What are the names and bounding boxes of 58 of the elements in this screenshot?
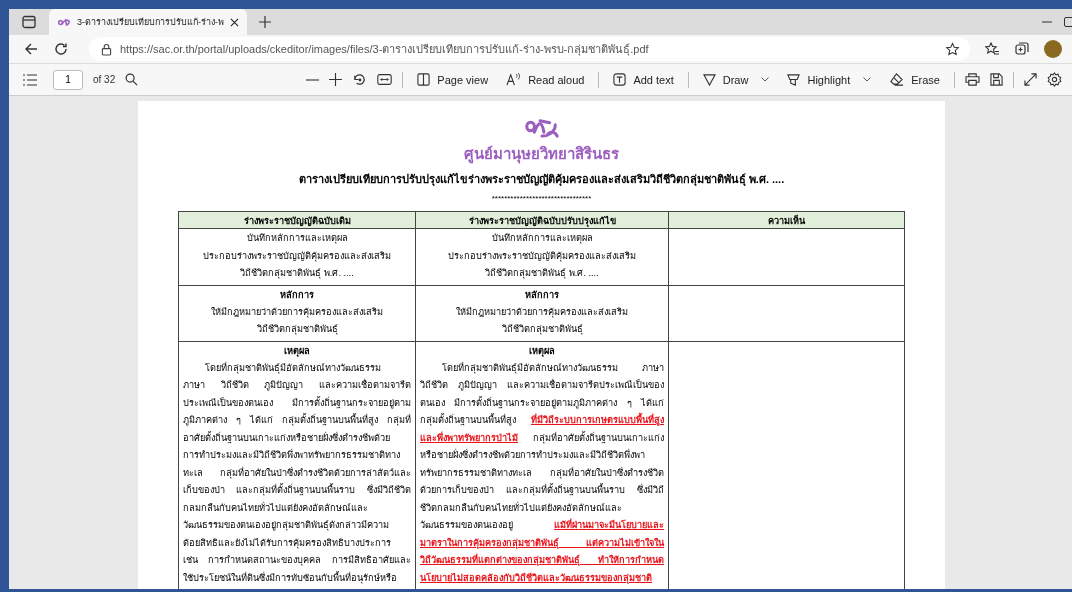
zoom-out-icon[interactable]: [306, 78, 320, 81]
column-header: ร่างพระราชบัญญัติฉบับเดิม: [178, 211, 416, 229]
toolbar-button[interactable]: Read aloud: [502, 71, 589, 88]
section-heading: หลักการ: [279, 288, 315, 302]
logo-icon: [57, 16, 71, 28]
page-count: of 32: [93, 74, 116, 85]
column-header: ความเห็น: [668, 211, 905, 229]
address-bar[interactable]: https://sac.or.th/portal/uploads/ckeditor/images/files/3-ตารางเปรียบเทียบการปรับแก้-ร่าง-พรบ-กลุ่มชาติพันธุ์.pdf: [89, 37, 970, 61]
toolbar-button[interactable]: Highlight: [783, 71, 876, 88]
separator-text: ********************************: [491, 194, 592, 203]
toolbar-button[interactable]: Draw: [698, 71, 774, 88]
settings-icon[interactable]: [1047, 72, 1062, 87]
cell-text: โดยที่กลุ่มชาติพันธุ์มีอัตลักษณ์ทางวัฒนธรรม ภาษา วิถีชีวิต ภูมิปัญญา และความเชื่อตามจารีตประเพณีเป็นของ ตนเอง มีการตั้งถิ่นฐานกระจายอยู่ตามภูมิภาคต่าง ๆ ได้แก่ กลุ่มตั้งถิ่นฐานบนพื้นที่สูง ที่มีวิถีระบบการเกษตรแบบพื้นที่สูง และพึ่งพาทรัพยากรป่าไม้ กลุ่มที่อาศัยตั้งถิ่นฐานบนเกาะแก่ง หรือชายฝั่งซึ่งดำรงชีพด้วยการทำประมงและมีวิถีชีวิตพึ่งพา ทรัพยากรธรรมชาติทางทะเล กลุ่มที่อาศัยในป่าซึ่งดำรงชีวิต ด้วยการเก็บของป่า และกลุ่มที่ตั้งถิ่นฐานบนพื้นราบ ซึ่งมีวิถี ชีวิตกลมกลืนกับคนไทยทั่วไปแต่ยังคงอัตลักษณ์และ วัฒนธรรมของตนเองอยู่ แม้ที่ผ่านมาจะมีนโยบายและ มาตราในการคุ้มครองกลุ่มชาติพันธุ์ แต่ความไม่เข้าใจใน วิถีวัฒนธรรมที่แตกต่างของกลุ่มชาติพันธุ์ ทำให้การกำหนด นโยบายไม่สอดคล้องกับวิถีชีวิตและวัฒนธรรมของกลุ่มชาติ: [420, 361, 664, 586]
column-header: ร่างพระราชบัญญัติฉบับปรับปรุงแก้ไข: [415, 211, 669, 229]
favorites-icon[interactable]: [984, 41, 1000, 57]
cell-text: บันทึกหลักการและเหตุผล ประกอบร่างพระราชบัญญัติคุ้มครองและส่งเสริม วิถีชีวิตกลุ่มชาติพันธุ์ พ.ศ. ....: [202, 232, 392, 281]
read-aloud-icon: [506, 73, 522, 86]
profile-avatar[interactable]: [1044, 40, 1062, 58]
rotate-icon[interactable]: [352, 72, 368, 87]
zoom-in-icon[interactable]: [329, 73, 343, 86]
back-icon[interactable]: [23, 41, 39, 57]
new-tab-icon[interactable]: [259, 16, 271, 28]
lock-icon: [101, 42, 112, 56]
tab-actions-icon[interactable]: [21, 14, 37, 30]
text-box-icon: [613, 73, 627, 86]
fit-page-icon[interactable]: [377, 74, 393, 85]
page-number-field[interactable]: 1: [53, 69, 83, 90]
add-favorite-icon[interactable]: [945, 41, 960, 57]
caret-icon: [761, 77, 770, 82]
toolbar-button[interactable]: Add text: [609, 71, 678, 88]
search-icon[interactable]: [125, 73, 139, 86]
caret-icon: [863, 77, 872, 82]
refresh-icon[interactable]: [53, 41, 69, 57]
cell-text: ให้มีกฎหมายว่าด้วยการคุ้มครองและส่งเสริม วิถีชีวิตกลุ่มชาติพันธุ์: [210, 305, 384, 337]
save-icon[interactable]: [990, 73, 1003, 86]
section-heading: เหตุผล: [283, 344, 311, 359]
print-icon[interactable]: [965, 73, 980, 86]
document-title: ตารางเปรียบเทียบการปรับปรุงแก้ไขร่างพระราชบัญญัติคุ้มครองและส่งเสริมวิถีชีวิตกลุ่มชาติพันธุ์ พ.ศ. ....: [298, 172, 785, 188]
organization-name: ศูนย์มานุษยวิทยาสิรินธร: [464, 144, 619, 166]
tab-title: 3-ตารางเปรียบเทียบการปรับแก้-ร่าง-พ: [77, 16, 224, 29]
collections-icon[interactable]: [1014, 41, 1030, 57]
eraser-icon: [889, 73, 905, 86]
expand-icon[interactable]: [1024, 73, 1037, 86]
cell-text: ให้มีกฎหมายว่าด้วยการคุ้มครองและส่งเสริม วิถีชีวิตกลุ่มชาติพันธุ์: [455, 305, 629, 337]
section-heading: หลักการ: [524, 288, 560, 302]
draw-icon: [702, 73, 716, 86]
close-icon[interactable]: [230, 17, 239, 27]
section-heading: เหตุผล: [528, 344, 556, 359]
toolbar-button[interactable]: Erase: [885, 71, 944, 88]
cell-text: โดยที่กลุ่มชาติพันธุ์มีอัตลักษณ์ทางวัฒนธรรม ภาษา วิถีชีวิต ภูมิปัญญา และความเชื่อตามจารีต ประเพณีเป็นของตนเอง มีการตั้งถิ่นฐานกระจายอยู่ตาม ภูมิภาคต่าง ๆ ได้แก่ กลุ่มตั้งถิ่นฐานบนพื้นที่สูง กลุ่มที่ อาศัยตั้งถิ่นฐานบนเกาะแก่งหรือชายฝั่งซึ่งดำรงชีพด้วย การทำประมงและมีวิถีชีวิตพึ่งพาทรัพยากรธรรมชาติทาง ทะเล กลุ่มที่อาศัยในป่าซึ่งดำรงชีวิตด้วยการล่าสัตว์และ เก็บของป่า และกลุ่มที่ตั้งถิ่นฐานบนพื้นราบ ซึ่งมีวิถีชีวิต กลมกลืนกับคนไทยทั่วไปแต่ยังคงอัตลักษณ์และ วัฒนธรรมของตนเองอยู่กลุ่มชาติพันธุ์ดังกล่าวมีความ ด้อยสิทธิและยังไม่ได้รับการคุ้มครองสิทธิบางประการ เช่น การกำหนดสถานะของบุคคล การมีสิทธิอาศัยและ ใช้ประโยชน์ในที่ดินซึ่งมีการทับซ้อนกับพื้นที่อนุรักษ์หรือ: [183, 361, 411, 586]
browser-tab[interactable]: 3-ตารางเปรียบเทียบการปรับแก้-ร่าง-พ: [49, 9, 247, 35]
maximize-icon[interactable]: [1064, 17, 1072, 27]
toolbar-button[interactable]: Page view: [413, 71, 493, 88]
highlighter-icon: [787, 73, 801, 86]
page-view-icon: [417, 73, 431, 86]
url-text: https://sac.or.th/portal/uploads/ckeditor/images/files/3-ตารางเปรียบเทียบการปรับแก้-ร่าง-พรบ-กลุ่มชาติพันธุ์.pdf: [120, 42, 650, 58]
contents-icon[interactable]: [23, 73, 37, 86]
cell-text: บันทึกหลักการและเหตุผล ประกอบร่างพระราชบัญญัติคุ้มครองและส่งเสริม วิถีชีวิตกลุ่มชาติพันธุ์ พ.ศ. ....: [447, 232, 637, 281]
